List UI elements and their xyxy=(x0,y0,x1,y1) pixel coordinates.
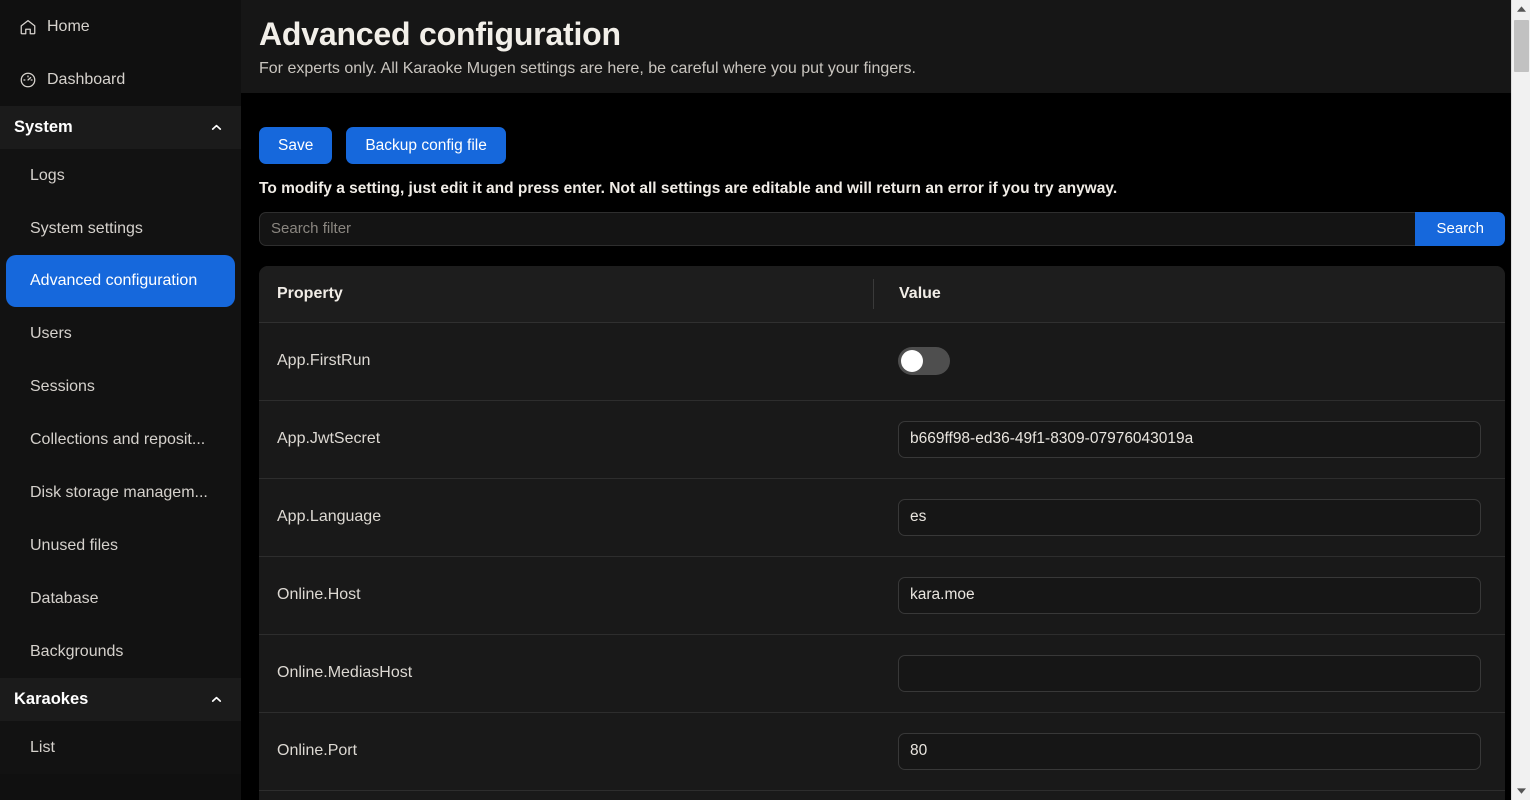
sidebar-group-karaokes[interactable]: Karaokes xyxy=(0,678,241,721)
table-row: App.FirstRun xyxy=(259,323,1505,401)
scrollbar-thumb[interactable] xyxy=(1514,20,1529,72)
value-cell xyxy=(873,347,1505,375)
content-area: Save Backup config file To modify a sett… xyxy=(241,93,1530,800)
sidebar-group-karaokes-body: List xyxy=(0,721,241,774)
search-input[interactable] xyxy=(259,212,1415,246)
table-row: Online.Host xyxy=(259,557,1505,635)
sidebar-item-sessions[interactable]: Sessions xyxy=(0,360,241,413)
gauge-icon xyxy=(18,70,38,90)
search-row: Search xyxy=(259,212,1505,246)
value-cell xyxy=(873,499,1505,536)
table-row: App.JwtSecret xyxy=(259,401,1505,479)
table-row: App.Language xyxy=(259,479,1505,557)
search-button[interactable]: Search xyxy=(1415,212,1505,246)
sidebar-item-disk-storage-management-label: Disk storage managem... xyxy=(30,484,208,502)
online-port-field[interactable] xyxy=(898,733,1481,770)
sidebar-item-database-label: Database xyxy=(30,590,99,608)
online-host-field[interactable] xyxy=(898,577,1481,614)
backup-config-file-button[interactable]: Backup config file xyxy=(346,127,506,164)
sidebar-item-collections-and-repositories-label: Collections and reposit... xyxy=(30,431,205,449)
value-cell xyxy=(873,421,1505,458)
property-name: Online.Host xyxy=(259,586,873,604)
sidebar-item-dashboard-label: Dashboard xyxy=(47,72,125,88)
page-scrollbar[interactable] xyxy=(1511,0,1530,800)
table-row: Online.Port xyxy=(259,713,1505,791)
page-header: Advanced configuration For experts only.… xyxy=(241,0,1530,93)
home-icon xyxy=(18,17,38,37)
sidebar-item-logs-label: Logs xyxy=(30,167,65,185)
sidebar-item-system-settings[interactable]: System settings xyxy=(0,202,241,255)
sidebar-group-karaokes-label: Karaokes xyxy=(14,690,88,709)
sidebar-item-list[interactable]: List xyxy=(0,721,241,774)
app-firstrun-toggle[interactable] xyxy=(898,347,950,375)
property-name: App.JwtSecret xyxy=(259,430,873,448)
value-cell xyxy=(873,733,1505,770)
property-name: App.Language xyxy=(259,508,873,526)
edit-hint-text: To modify a setting, just edit it and pr… xyxy=(259,180,1505,199)
action-button-row: Save Backup config file xyxy=(259,93,1505,164)
sidebar-item-users-label: Users xyxy=(30,325,72,343)
scroll-down-arrow-icon[interactable] xyxy=(1512,782,1530,800)
scroll-up-arrow-icon[interactable] xyxy=(1512,0,1530,18)
sidebar-group-system-body: Logs System settings Advanced configurat… xyxy=(0,149,241,678)
save-button[interactable]: Save xyxy=(259,127,332,164)
sidebar-item-dashboard[interactable]: Dashboard xyxy=(0,53,241,106)
sidebar-item-backgrounds-label: Backgrounds xyxy=(30,643,123,661)
toggle-knob xyxy=(901,350,923,372)
app-jwtsecret-field[interactable] xyxy=(898,421,1481,458)
property-name: App.FirstRun xyxy=(259,352,873,370)
settings-table: Property Value App.FirstRun App.JwtSecre… xyxy=(259,266,1505,800)
sidebar: Home Dashboard System Logs xyxy=(0,0,241,800)
app-language-field[interactable] xyxy=(898,499,1481,536)
page-subtitle: For experts only. All Karaoke Mugen sett… xyxy=(259,59,1530,80)
column-header-value: Value xyxy=(873,279,1505,309)
sidebar-item-advanced-configuration-label: Advanced configuration xyxy=(30,272,197,290)
table-row: Online.MediasHost xyxy=(259,635,1505,713)
value-cell xyxy=(873,655,1505,692)
sidebar-item-advanced-configuration[interactable]: Advanced configuration xyxy=(6,255,235,307)
sidebar-item-unused-files[interactable]: Unused files xyxy=(0,519,241,572)
sidebar-item-home-label: Home xyxy=(47,19,90,35)
chevron-up-icon[interactable] xyxy=(209,121,223,135)
sidebar-group-system[interactable]: System xyxy=(0,106,241,149)
sidebar-item-users[interactable]: Users xyxy=(0,307,241,360)
sidebar-item-backgrounds[interactable]: Backgrounds xyxy=(0,625,241,678)
sidebar-group-system-label: System xyxy=(14,118,73,137)
app-root: Home Dashboard System Logs xyxy=(0,0,1530,800)
sidebar-item-system-settings-label: System settings xyxy=(30,220,143,238)
property-name: Online.Port xyxy=(259,742,873,760)
sidebar-item-database[interactable]: Database xyxy=(0,572,241,625)
sidebar-item-unused-files-label: Unused files xyxy=(30,537,118,555)
sidebar-item-sessions-label: Sessions xyxy=(30,378,95,396)
sidebar-item-disk-storage-management[interactable]: Disk storage managem... xyxy=(0,466,241,519)
table-row-partial xyxy=(259,791,1505,800)
sidebar-item-list-label: List xyxy=(30,739,55,757)
chevron-up-icon[interactable] xyxy=(209,693,223,707)
sidebar-item-home[interactable]: Home xyxy=(0,0,241,53)
sidebar-item-logs[interactable]: Logs xyxy=(0,149,241,202)
property-name: Online.MediasHost xyxy=(259,664,873,682)
value-cell xyxy=(873,577,1505,614)
column-header-property: Property xyxy=(259,285,873,303)
table-header-row: Property Value xyxy=(259,266,1505,323)
sidebar-item-collections-and-repositories[interactable]: Collections and reposit... xyxy=(0,413,241,466)
page-title: Advanced configuration xyxy=(259,14,1530,54)
online-mediashost-field[interactable] xyxy=(898,655,1481,692)
main-content: Advanced configuration For experts only.… xyxy=(241,0,1530,800)
